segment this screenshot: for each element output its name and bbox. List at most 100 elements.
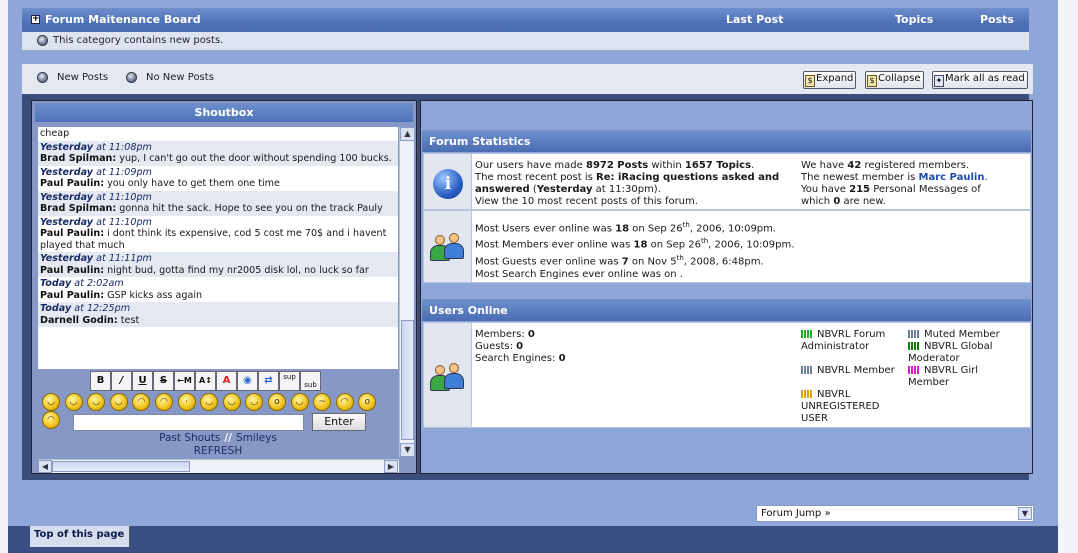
smiley-icon[interactable]: o (267, 393, 286, 411)
smiley-icon[interactable]: ◠ (42, 411, 60, 429)
smiley-icon[interactable]: ◡ (42, 393, 60, 411)
scroll-thumb[interactable] (52, 461, 190, 472)
scroll-down-icon[interactable]: ▼ (400, 443, 415, 457)
girl-member-color-icon (908, 366, 920, 374)
no-new-posts-icon (126, 72, 137, 83)
top-of-page-link[interactable]: Top of this page (30, 526, 130, 547)
group-legend-member: NBVRL Member (801, 365, 906, 377)
collapse-button[interactable]: $ Collapse (865, 71, 924, 89)
category-info-row: This category contains new posts. (22, 32, 1029, 50)
bold-button[interactable]: B (90, 371, 111, 391)
online-records-row: Most Users ever online was 18 on Sep 26t… (423, 210, 1031, 283)
smiley-icon[interactable]: ◡ (222, 393, 241, 411)
vertical-scrollbar[interactable]: ▲ ▼ (399, 127, 415, 457)
shout-message: Today at 2:02am Paul Paulin: GSP kicks as… (40, 278, 203, 301)
shout-message: Yesterday at 11:11pm Paul Paulin: night b… (38, 252, 398, 277)
collapse-icon: $ (867, 75, 877, 87)
smiley-icon[interactable]: ◡ (200, 393, 219, 411)
smiley-icon[interactable]: ◡ (245, 393, 264, 411)
group-legend-unregistered: NBVRL UNREGISTERED USER (801, 389, 880, 424)
group-legend-moderator: NBVRL Global Moderator (908, 341, 993, 364)
enter-button[interactable]: Enter (312, 413, 366, 431)
users-online-header: Users Online (422, 299, 1031, 321)
smiley-icon[interactable]: ◡ (64, 393, 83, 411)
expand-button[interactable]: $ Expand (803, 71, 857, 89)
shout-message: Yesterday at 11:10pm Paul Paulin: i dont … (40, 216, 387, 251)
marquee-button[interactable]: ←M (174, 371, 195, 391)
smiley-icon[interactable]: ◡ (87, 393, 106, 411)
group-legend-admin: NBVRL Forum Administrator (801, 329, 886, 352)
legend-bar: New Posts No New Posts $ Expand $ Collapse… (22, 64, 1033, 94)
smiley-icon[interactable]: ◡ (290, 393, 309, 411)
online-counts: Members: 0 Guests: 0 Search Engines: 0 (475, 329, 566, 364)
recent-posts-link[interactable]: View the 10 most recent posts of this fo… (475, 196, 698, 207)
smiley-icon[interactable]: ◠ (154, 393, 173, 411)
superscript-button[interactable]: sup (279, 371, 300, 391)
col-topics: Topics (895, 13, 934, 26)
bottom-bar (8, 526, 1058, 553)
muted-color-icon (908, 330, 920, 338)
strike-button[interactable]: S (153, 371, 174, 391)
users-icon (430, 361, 466, 395)
links-separator: // (224, 432, 232, 444)
refresh-link[interactable]: REFRESH (194, 445, 242, 457)
horizontal-scrollbar[interactable]: ◀ ▶ (38, 459, 399, 473)
col-last-post: Last Post (726, 13, 784, 26)
forum-jump-select[interactable]: Forum Jump » ▼ (756, 505, 1034, 522)
smiley-icon[interactable]: ◠ (132, 393, 151, 411)
users-icon (430, 231, 466, 265)
moderator-color-icon (908, 342, 920, 350)
member-stats-text: We have 42 registered members. The newes… (801, 160, 988, 207)
scroll-up-icon[interactable]: ▲ (400, 127, 415, 141)
col-posts: Posts (980, 13, 1014, 26)
subscript-button[interactable]: sub (300, 371, 321, 391)
image-icon[interactable]: ⇄ (258, 371, 279, 391)
past-shouts-link[interactable]: Past Shouts (159, 432, 220, 444)
expand-icon: $ (805, 75, 815, 87)
admin-color-icon (801, 330, 813, 338)
shout-message: Today at 12:25pm Darnell Godin: test (38, 302, 398, 327)
font-size-button[interactable]: A↕ (195, 371, 216, 391)
legend-no-new-posts: No New Posts (146, 72, 214, 83)
scroll-left-icon[interactable]: ◀ (38, 460, 52, 473)
smiley-icon[interactable]: · (177, 393, 196, 411)
new-posts-icon (37, 35, 48, 46)
mark-all-read-button[interactable]: ✦ Mark all as read (932, 71, 1028, 89)
shout-message: Yesterday at 11:08pm Brad Spilman: yup, I… (38, 140, 398, 166)
post-stats-text: Our users have made 8972 Posts within 16… (475, 160, 780, 207)
online-records-text: Most Users ever online was 18 on Sep 26t… (475, 221, 795, 280)
forum-statistics-header: Forum Statistics (422, 130, 1031, 152)
expand-icon[interactable]: + (31, 15, 40, 24)
shout-message: cheap (40, 128, 70, 139)
chevron-down-icon[interactable]: ▼ (1018, 507, 1032, 520)
info-icon: i (433, 169, 463, 199)
font-color-button[interactable]: A (216, 371, 237, 391)
member-color-icon (801, 366, 813, 374)
legend-new-posts: New Posts (57, 72, 109, 83)
link-icon[interactable]: ◉ (237, 371, 258, 391)
scroll-right-icon[interactable]: ▶ (384, 460, 398, 473)
newest-member-link[interactable]: Marc Paulin (919, 172, 985, 183)
shout-input[interactable] (73, 414, 304, 431)
scroll-thumb[interactable] (401, 320, 414, 440)
underline-button[interactable]: U (132, 371, 153, 391)
shout-message: Yesterday at 11:10pm Brad Spilman: gonna … (38, 190, 398, 216)
smiley-row: ◡ ◡ ◡ ◡ ◠ ◠ · ◡ ◡ ◡ o ◡ ~ ◠ o◠ (42, 393, 398, 429)
smiley-icon[interactable]: ◠ (335, 393, 354, 411)
category-info-text: This category contains new posts. (53, 35, 224, 46)
smileys-link[interactable]: Smileys (236, 432, 277, 444)
shoutbox-messages: cheap Yesterday at 11:08pm Brad Spilman: … (38, 127, 398, 369)
new-posts-icon (37, 72, 48, 83)
post-stats-row: i Our users have made 8972 Posts within … (423, 153, 1031, 210)
users-online-row: Members: 0 Guests: 0 Search Engines: 0 N… (423, 322, 1031, 428)
category-title[interactable]: Forum Maitenance Board (45, 13, 201, 26)
italic-button[interactable]: / (111, 371, 132, 391)
shout-message: Yesterday at 11:09pm Paul Paulin: you onl… (40, 166, 280, 190)
shoutbox-links: Past Shouts // Smileys REFRESH (32, 432, 404, 458)
shoutbox: Shoutbox cheap Yesterday at 11:08pm Brad … (31, 100, 417, 474)
format-toolbar: B / U S ←M A↕ A ◉ ⇄ supsub (90, 371, 321, 393)
smiley-icon[interactable]: o (358, 393, 377, 411)
smiley-icon[interactable]: ~ (313, 393, 332, 411)
unregistered-color-icon (801, 390, 813, 398)
smiley-icon[interactable]: ◡ (109, 393, 128, 411)
